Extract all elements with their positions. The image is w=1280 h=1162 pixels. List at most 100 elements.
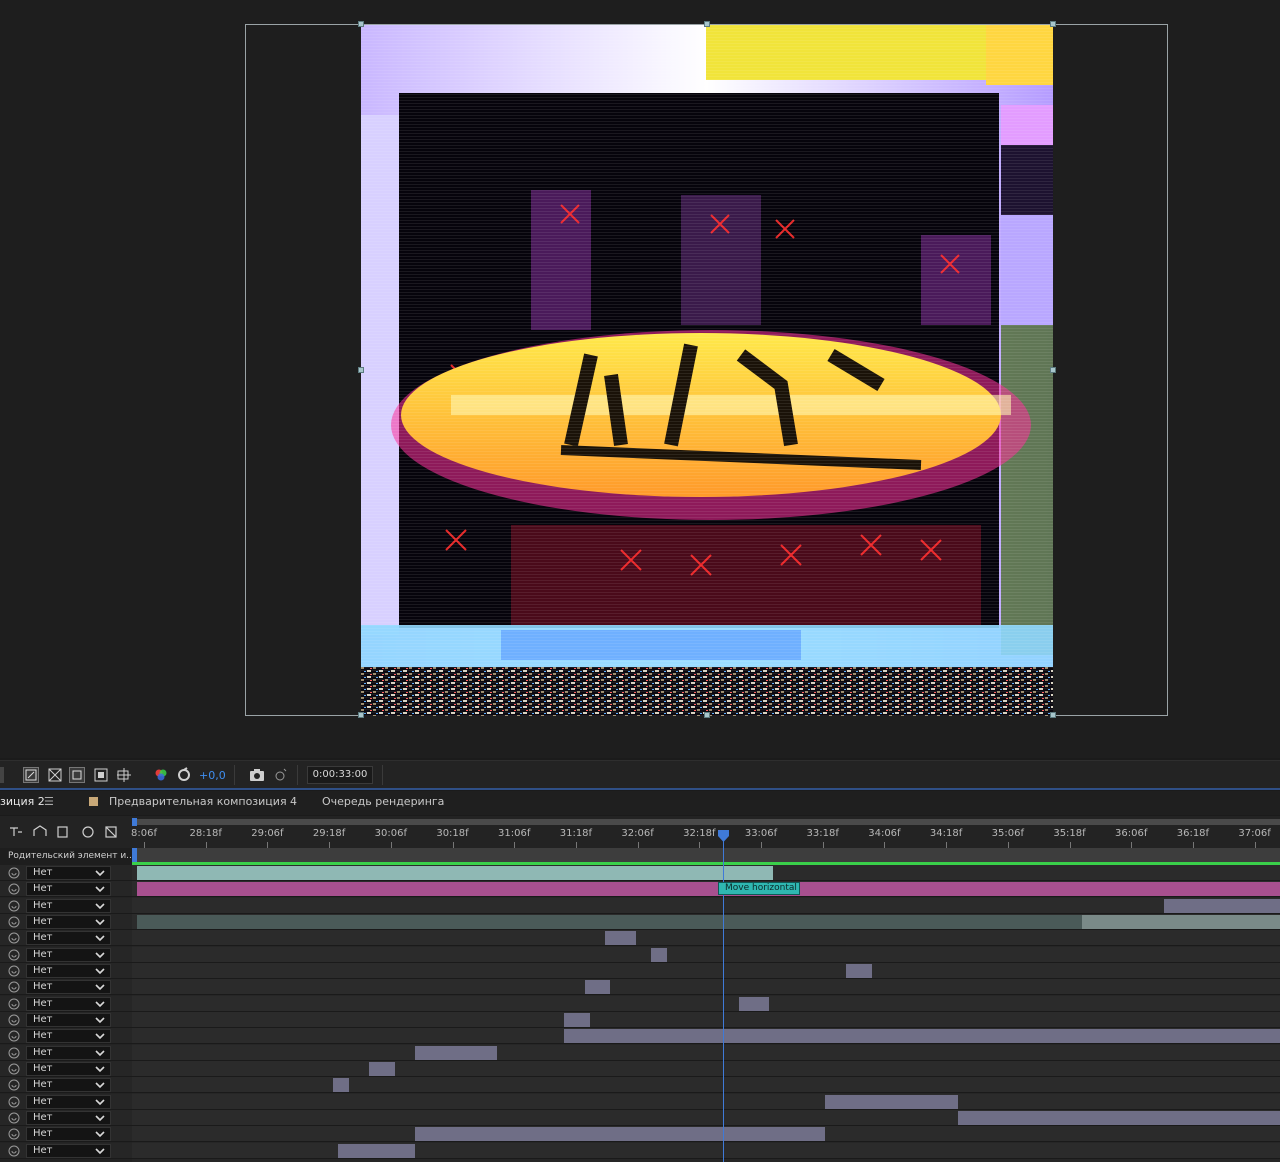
transform-handle-right[interactable] [1050,367,1056,373]
transform-handle-bottom-right[interactable] [1050,712,1056,718]
layer-row[interactable]: Нет [0,1044,132,1061]
layer-row[interactable]: Нет [0,1142,132,1159]
parent-dropdown[interactable]: Нет [26,947,111,962]
track-row[interactable] [132,1109,1280,1126]
layer-row[interactable]: Нет [0,1077,132,1094]
parent-dropdown[interactable]: Нет [26,1143,111,1158]
layer-duration-bar[interactable] [846,963,872,978]
region-of-interest-icon[interactable] [93,767,109,783]
layer-row[interactable]: Нет [0,1011,132,1028]
parent-dropdown[interactable]: Нет [26,1045,111,1060]
layer-row[interactable]: Нет [0,1060,132,1077]
show-snapshot-icon[interactable] [272,767,288,783]
track-row[interactable] [132,897,1280,914]
track-row[interactable] [132,1126,1280,1143]
tab-precomp-4[interactable]: Предварительная композиция 4 [109,795,297,808]
layer-row[interactable]: Нет [0,995,132,1012]
work-area-bar[interactable] [134,819,1280,825]
mask-path-icon[interactable] [69,767,85,783]
reset-exposure-icon[interactable] [176,767,192,783]
transform-handle-top-left[interactable] [358,21,364,27]
parent-dropdown[interactable]: Нет [26,1110,111,1125]
parent-dropdown[interactable]: Нет [26,898,111,913]
pick-whip-icon[interactable] [8,949,20,961]
track-row[interactable] [132,979,1280,996]
layer-row[interactable]: Нет [0,946,132,963]
layer-row[interactable]: Нет [0,1109,132,1126]
pick-whip-icon[interactable] [8,981,20,993]
pick-whip-icon[interactable] [8,916,20,928]
layer-row[interactable]: Нет [0,881,132,898]
layer-row[interactable]: Нет [0,1126,132,1143]
pick-whip-icon[interactable] [8,1145,20,1157]
parent-dropdown[interactable]: Нет [26,1078,111,1093]
parent-dropdown[interactable]: Нет [26,882,111,897]
pick-whip-icon[interactable] [8,998,20,1010]
pick-whip-icon[interactable] [8,1063,20,1075]
layer-duration-bar[interactable] [1164,898,1280,913]
layer-duration-bar[interactable] [415,1127,825,1142]
track-row[interactable] [132,1142,1280,1159]
transform-handle-top[interactable] [704,21,710,27]
layer-duration-bar[interactable] [958,1110,1280,1125]
layer-row[interactable]: Нет [0,1093,132,1110]
fast-preview-icon[interactable] [23,767,39,783]
pick-whip-icon[interactable] [8,932,20,944]
layer-marker[interactable]: Move horizontal [718,882,800,895]
layer-duration-bar[interactable] [137,914,1082,929]
parent-column-header[interactable]: Родительский элемент и... [0,848,132,865]
glitch-footage-frame[interactable] [361,25,1053,716]
parent-dropdown[interactable]: Нет [26,914,111,929]
parent-dropdown[interactable]: Нет [26,1127,111,1142]
parent-dropdown[interactable]: Нет [26,980,111,995]
parent-dropdown[interactable]: Нет [26,1094,111,1109]
parent-dropdown[interactable]: Нет [26,866,111,880]
layer-row[interactable]: Нет [0,913,132,930]
parent-dropdown[interactable]: Нет [26,963,111,978]
layer-row[interactable]: Нет [0,1028,132,1045]
track-row[interactable] [132,1044,1280,1061]
track-row[interactable] [132,865,1280,881]
parent-dropdown[interactable]: Нет [26,1061,111,1076]
pick-whip-icon[interactable] [8,1128,20,1140]
pick-whip-icon[interactable] [8,1047,20,1059]
layer-row[interactable]: Нет [0,930,132,947]
track-row[interactable] [132,1077,1280,1094]
color-channels-icon[interactable] [153,767,169,783]
layer-duration-bar[interactable] [137,866,773,880]
track-row[interactable] [132,962,1280,979]
layer-row[interactable]: Нет [0,979,132,996]
pick-whip-icon[interactable] [8,883,20,895]
transparency-grid-icon[interactable] [47,767,63,783]
pick-whip-icon[interactable] [8,867,20,879]
transform-handle-bottom[interactable] [704,712,710,718]
snapshot-camera-icon[interactable] [249,767,265,783]
work-area-start-handle[interactable] [132,818,137,826]
composition-viewer[interactable] [0,0,1280,758]
transform-handle-left[interactable] [358,367,364,373]
pick-whip-icon[interactable] [8,1096,20,1108]
layer-duration-bar[interactable] [338,1143,415,1158]
layer-duration-bar[interactable] [137,882,1280,897]
layer-duration-bar[interactable] [605,931,636,946]
layer-row[interactable]: Нет [0,962,132,979]
exposure-value[interactable]: +0,0 [199,769,226,782]
track-row[interactable] [132,1060,1280,1077]
parent-dropdown[interactable]: Нет [26,1029,111,1044]
pick-whip-icon[interactable] [8,1079,20,1091]
track-row[interactable] [132,1093,1280,1110]
parent-dropdown[interactable]: Нет [26,996,111,1011]
track-row[interactable] [132,1011,1280,1028]
layer-duration-bar[interactable] [415,1045,497,1060]
layer-duration-bar[interactable] [333,1078,349,1093]
layer-row[interactable]: Нет [0,865,132,881]
current-time-indicator-head[interactable] [718,830,729,842]
pick-whip-icon[interactable] [8,1112,20,1124]
track-row[interactable] [132,995,1280,1012]
layer-row[interactable]: Нет [0,897,132,914]
grid-guides-icon[interactable] [116,767,132,783]
track-row[interactable] [132,930,1280,947]
pick-whip-icon[interactable] [8,1030,20,1042]
pick-whip-icon[interactable] [8,900,20,912]
track-row[interactable] [132,946,1280,963]
